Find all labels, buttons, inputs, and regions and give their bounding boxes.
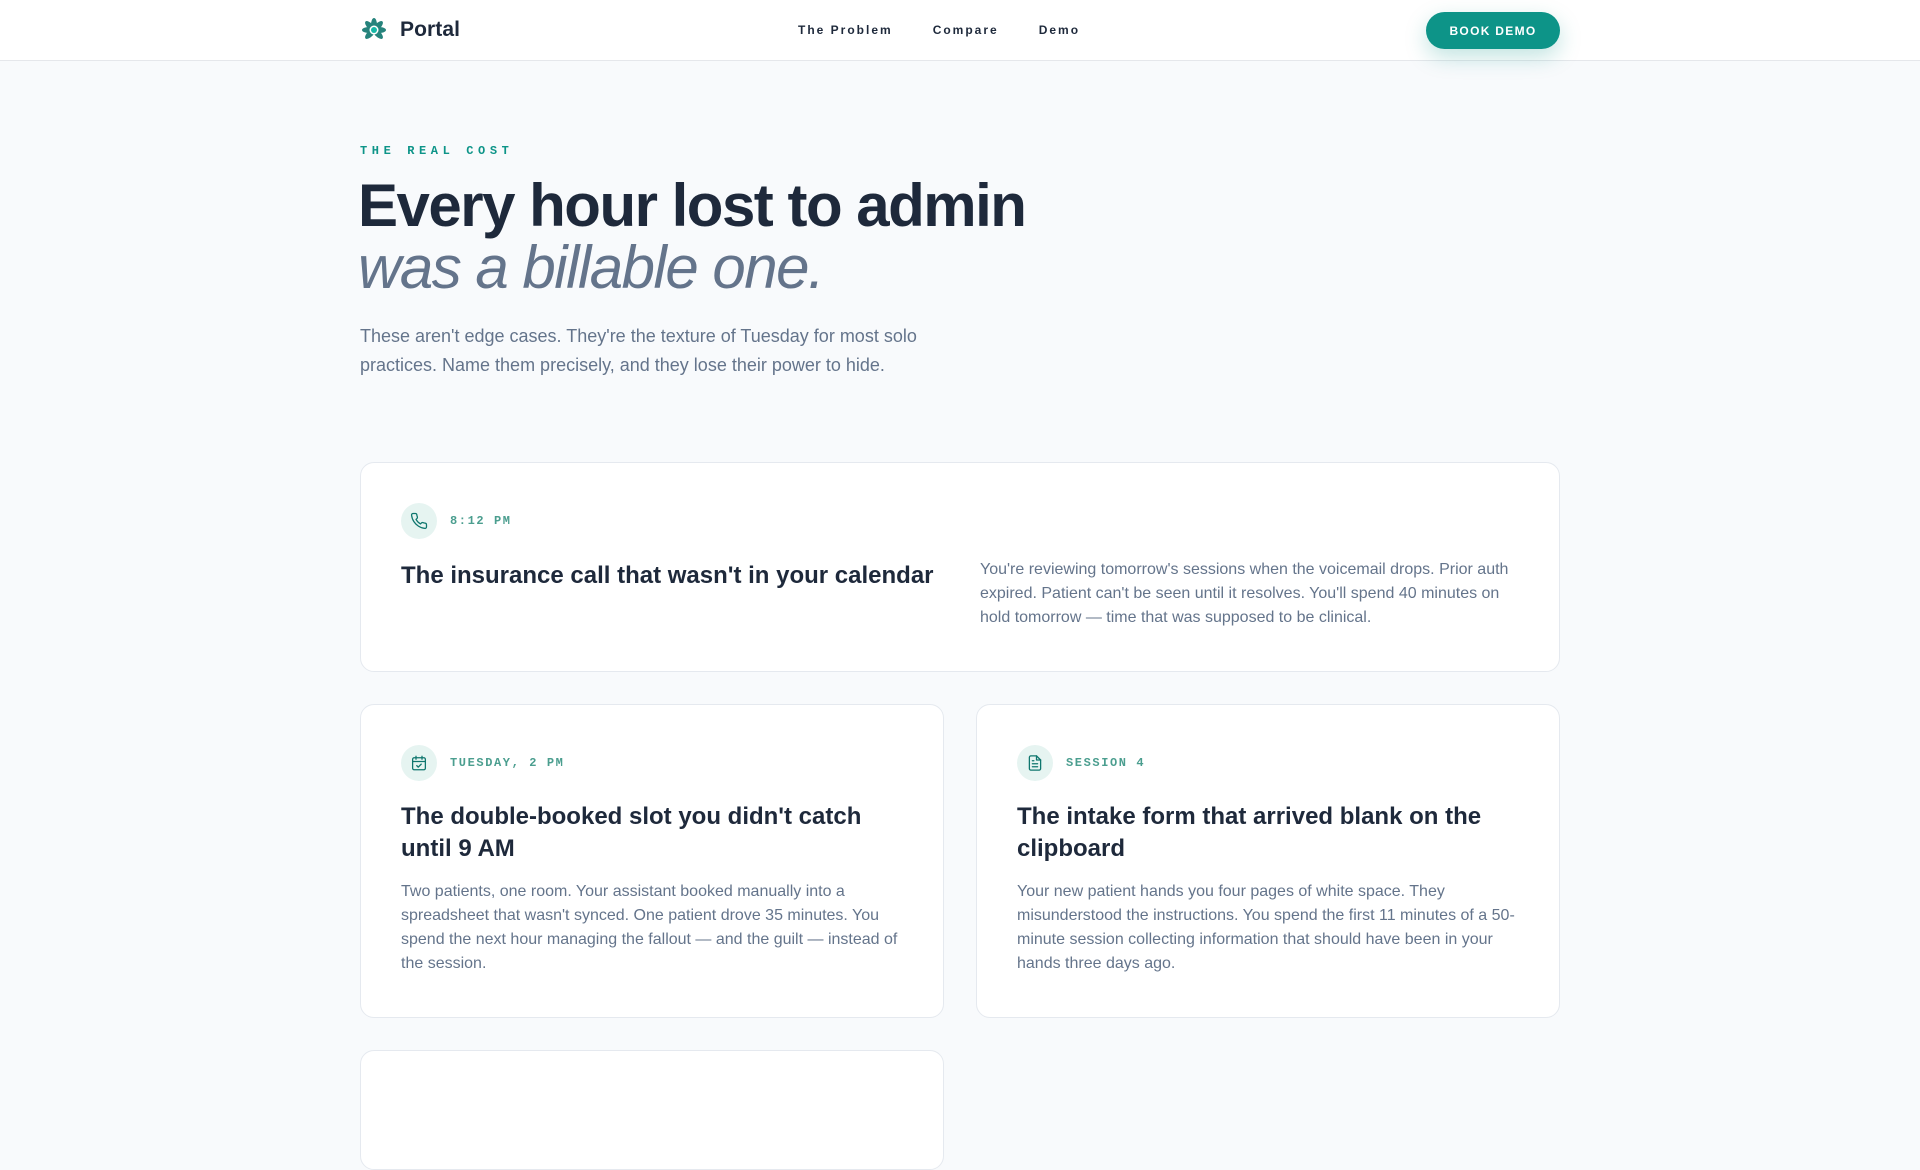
card-title: The insurance call that wasn't in your c… (401, 562, 934, 589)
hero-headline: Every hour lost to admin (358, 172, 1027, 239)
nav-link-compare[interactable]: Compare (933, 22, 999, 38)
card-body: You're reviewing tomorrow's sessions whe… (980, 561, 1509, 626)
card-meta: 8:12 PM (401, 503, 512, 539)
card-timestamp: 8:12 PM (450, 514, 512, 528)
card-body: Two patients, one room. Your assistant b… (401, 883, 898, 972)
phone-icon (401, 503, 437, 539)
lotus-logo-icon (362, 18, 386, 39)
problem-card-blank-intake-form: SESSION 4 The intake form that arrived b… (976, 704, 1560, 1018)
brand-link[interactable]: Portal (360, 15, 460, 45)
card-meta: TUESDAY, 2 PM (401, 745, 564, 781)
card-timestamp: TUESDAY, 2 PM (450, 756, 565, 770)
card-meta: SESSION 4 (1017, 745, 1145, 781)
problem-card-double-booked: TUESDAY, 2 PM The double-booked slot you… (360, 704, 944, 1018)
card-title: The double-booked slot you didn't catch … (401, 803, 862, 862)
main-nav: The Problem Compare Demo (798, 22, 1080, 38)
section-eyebrow: THE REAL COST (360, 144, 514, 158)
problem-card-next (360, 1050, 944, 1170)
document-icon (1017, 745, 1053, 781)
book-demo-button[interactable]: BOOK DEMO (1426, 12, 1560, 49)
site-header: Portal The Problem Compare Demo BOOK DEM… (0, 0, 1920, 61)
hero-headline-italic: was a billable one. (358, 234, 825, 301)
brand-name: Portal (400, 18, 461, 41)
card-title: The intake form that arrived blank on th… (1017, 803, 1482, 862)
nav-link-the-problem[interactable]: The Problem (798, 22, 893, 38)
problem-card-insurance-call: 8:12 PM The insurance call that wasn't i… (360, 462, 1560, 672)
card-body: Your new patient hands you four pages of… (1017, 883, 1515, 972)
card-timestamp: SESSION 4 (1066, 756, 1146, 770)
hero-lede: These aren't edge cases. They're the tex… (360, 326, 917, 375)
calendar-check-icon (401, 745, 437, 781)
nav-link-demo[interactable]: Demo (1039, 22, 1080, 38)
